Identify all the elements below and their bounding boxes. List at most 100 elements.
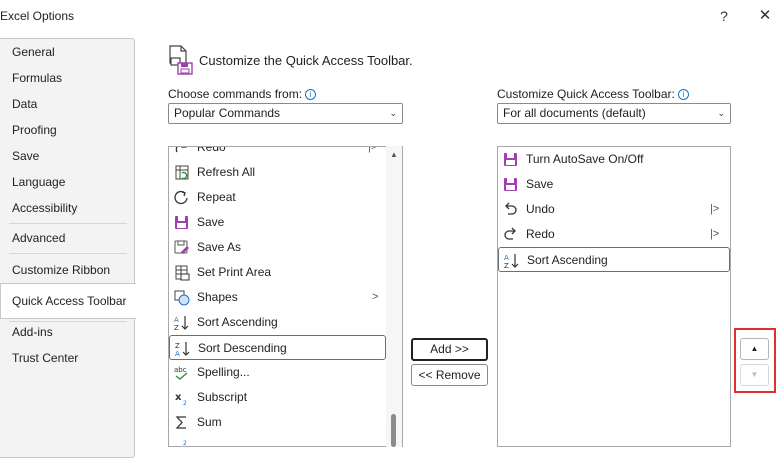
sort-ascending-icon: AZ <box>503 252 520 269</box>
svg-text:2: 2 <box>183 400 187 406</box>
save-icon <box>502 176 519 193</box>
sidebar-divider <box>9 223 127 224</box>
list-item-label: Refresh All <box>197 165 256 179</box>
list-item-label: Undo <box>526 202 555 216</box>
list-item[interactable]: Refresh All <box>169 160 386 185</box>
choose-commands-value: Popular Commands <box>174 106 281 120</box>
list-item[interactable]: Save <box>498 172 730 197</box>
help-button[interactable]: ? <box>714 6 734 26</box>
spelling-icon: abc <box>173 364 190 381</box>
list-item[interactable]: Repeat <box>169 185 386 210</box>
print-area-icon <box>173 264 190 281</box>
choose-commands-dropdown[interactable]: Popular Commands ⌄ <box>168 103 403 124</box>
redo-icon <box>502 226 519 243</box>
move-up-button[interactable]: ▲ <box>740 338 769 360</box>
repeat-icon <box>173 189 190 206</box>
scroll-up-icon[interactable]: ▲ <box>390 150 398 159</box>
sidebar-item-proofing[interactable]: Proofing <box>1 117 134 143</box>
list-item-label: Set Print Area <box>197 265 272 279</box>
remove-button[interactable]: << Remove <box>411 364 488 386</box>
chevron-down-icon: ⌄ <box>717 108 725 118</box>
save-as-icon <box>173 239 190 256</box>
list-item[interactable]: Shapes > <box>169 285 386 310</box>
list-item-label: Sort Descending <box>198 341 287 355</box>
sidebar-item-formulas[interactable]: Formulas <box>1 65 134 91</box>
sidebar-item-general[interactable]: General <box>1 39 134 65</box>
window-title: Excel Options <box>0 9 75 23</box>
options-sidebar: General Formulas Data Proofing Save Lang… <box>0 38 136 458</box>
list-item[interactable]: abc Spelling... <box>169 360 386 385</box>
save-icon <box>173 214 190 231</box>
chevron-down-icon: ⌄ <box>389 108 397 118</box>
list-item-partial[interactable]: 2 <box>169 435 386 447</box>
sidebar-item-data[interactable]: Data <box>1 91 134 117</box>
customize-qat-dropdown[interactable]: For all documents (default) ⌄ <box>497 103 731 124</box>
info-icon[interactable]: i <box>677 89 689 100</box>
close-button[interactable]: ✕ <box>755 6 775 26</box>
svg-text:Z: Z <box>174 324 179 331</box>
list-item[interactable]: Save <box>169 210 386 235</box>
list-item-selected[interactable]: ZA Sort Descending <box>169 335 386 360</box>
subscript-icon: x2 <box>173 389 190 406</box>
list-item[interactable]: Save As <box>169 235 386 260</box>
autosave-icon <box>502 151 519 168</box>
list-item-label: Save <box>526 177 554 191</box>
svg-text:x: x <box>175 392 182 403</box>
list-item-label: Sum <box>197 415 222 429</box>
move-down-button[interactable]: ▼ <box>740 364 769 386</box>
add-button[interactable]: Add >> <box>411 338 488 361</box>
list-item-label: Save <box>197 215 225 229</box>
sidebar-item-trust-center[interactable]: Trust Center <box>1 345 134 371</box>
redo-icon <box>173 147 190 156</box>
list-item[interactable]: Turn AutoSave On/Off <box>498 147 730 172</box>
svg-text:abc: abc <box>174 366 187 374</box>
list-item-label: Subscript <box>197 390 248 404</box>
list-item-label: Save As <box>197 240 242 254</box>
sidebar-item-accessibility[interactable]: Accessibility <box>1 195 134 221</box>
svg-text:A: A <box>175 350 180 357</box>
list-item-label: Sort Ascending <box>197 315 278 329</box>
list-item-label: Redo <box>197 146 226 154</box>
sidebar-item-customize-ribbon[interactable]: Customize Ribbon <box>1 257 134 283</box>
svg-text:A: A <box>174 316 179 324</box>
list-item-label: Shapes <box>197 290 238 304</box>
svg-text:A: A <box>504 254 509 262</box>
sort-ascending-icon: AZ <box>173 314 190 331</box>
list-item-selected[interactable]: AZ Sort Ascending <box>498 247 730 272</box>
sidebar-item-quick-access-toolbar[interactable]: Quick Access Toolbar <box>0 283 136 319</box>
shapes-icon <box>173 289 190 306</box>
submenu-arrow-icon: |> <box>710 228 720 240</box>
list-item-label: Spelling... <box>197 365 250 379</box>
customize-qat-text: Customize Quick Access Toolbar: <box>497 87 675 101</box>
submenu-arrow-icon: |> <box>710 203 720 215</box>
sidebar-item-add-ins[interactable]: Add-ins <box>1 319 134 345</box>
list-item[interactable]: Redo |> <box>169 146 386 160</box>
refresh-all-icon <box>173 164 190 181</box>
info-icon[interactable]: i <box>305 89 317 100</box>
list-item-label: Repeat <box>197 190 236 204</box>
sidebar-item-advanced[interactable]: Advanced <box>1 225 134 251</box>
submenu-arrow-icon: |> <box>368 146 378 153</box>
list-item[interactable]: Undo |> <box>498 197 730 222</box>
commands-scrollbar[interactable]: ▲ <box>386 146 402 447</box>
list-item-label: Turn AutoSave On/Off <box>526 152 644 166</box>
sidebar-item-language[interactable]: Language <box>1 169 134 195</box>
commands-list[interactable]: Redo |> Refresh All Repeat Save Save As … <box>168 146 403 447</box>
choose-commands-label: Choose commands from: i <box>168 87 317 101</box>
undo-icon <box>502 201 519 218</box>
list-item[interactable]: Sum <box>169 410 386 435</box>
sum-icon <box>173 414 190 431</box>
list-item[interactable]: x2 Subscript <box>169 385 386 410</box>
list-item[interactable]: Set Print Area <box>169 260 386 285</box>
list-item[interactable]: Redo |> <box>498 222 730 247</box>
quick-access-toolbar-list[interactable]: Turn AutoSave On/Off Save Undo |> Redo |… <box>497 146 731 447</box>
sidebar-divider <box>9 253 127 254</box>
sidebar-item-save[interactable]: Save <box>1 143 134 169</box>
customize-qat-label: Customize Quick Access Toolbar: i <box>497 87 689 101</box>
svg-text:2: 2 <box>183 440 187 447</box>
page-heading: Customize the Quick Access Toolbar. <box>199 53 413 68</box>
scrollbar-thumb[interactable] <box>391 414 396 447</box>
title-bar: Excel Options ? ✕ <box>0 0 780 32</box>
list-item[interactable]: AZ Sort Ascending <box>169 310 386 335</box>
list-item-label: Sort Ascending <box>527 253 608 267</box>
